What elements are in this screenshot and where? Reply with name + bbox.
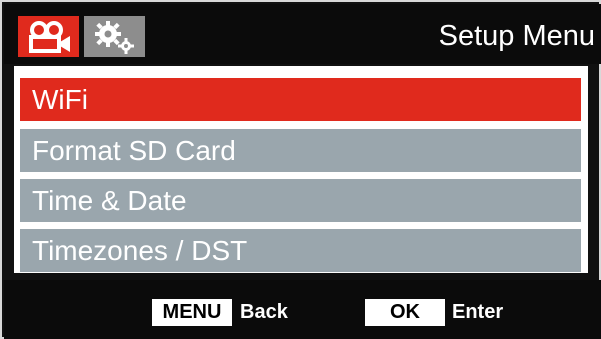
menu-key-button[interactable]: MENU bbox=[152, 299, 232, 326]
menu-item-wifi[interactable]: WiFi bbox=[20, 78, 581, 121]
tab-settings[interactable] bbox=[84, 16, 145, 57]
ok-key-button[interactable]: OK bbox=[365, 299, 445, 326]
setup-menu-screen: Setup Menu WiFi Format SD Card Time & Da… bbox=[0, 0, 601, 339]
menu-item-format-sd-card[interactable]: Format SD Card bbox=[20, 129, 581, 172]
page-title: Setup Menu bbox=[438, 20, 595, 52]
menu-list: WiFi Format SD Card Time & Date Timezone… bbox=[14, 66, 588, 273]
tab-video[interactable] bbox=[18, 16, 79, 57]
back-label: Back bbox=[240, 301, 288, 323]
menu-item-time-date[interactable]: Time & Date bbox=[20, 179, 581, 222]
footer-bar: MENU Back OK Enter bbox=[4, 280, 601, 339]
gears-icon bbox=[92, 20, 138, 54]
header-bar: Setup Menu bbox=[4, 4, 601, 64]
video-camera-icon bbox=[26, 20, 72, 54]
menu-item-timezones-dst[interactable]: Timezones / DST bbox=[20, 229, 581, 272]
enter-label: Enter bbox=[452, 301, 504, 323]
